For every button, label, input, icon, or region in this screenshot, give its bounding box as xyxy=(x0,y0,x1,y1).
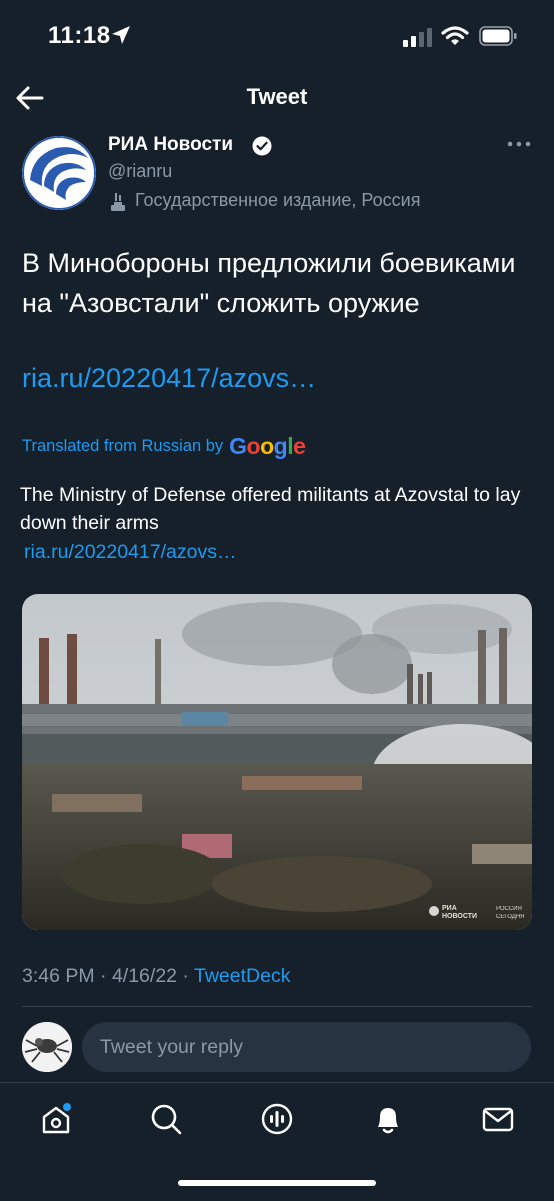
translation-link[interactable]: ria.ru/20220417/azovs… xyxy=(24,541,236,564)
tweet-text: В Минобороны предложили боевиками на "Аз… xyxy=(22,248,516,318)
author-handle[interactable]: @rianru xyxy=(108,161,172,182)
watermark-text-4: СЕГОДНЯ xyxy=(496,914,525,920)
watermark-text-3: РОССИЯ xyxy=(496,906,522,912)
location-arrow-icon xyxy=(112,26,130,44)
watermark-text-2: НОВОСТИ xyxy=(442,913,477,920)
author-avatar[interactable] xyxy=(22,136,96,210)
verified-badge-icon xyxy=(252,136,272,156)
state-media-label[interactable]: Государственное издание, Россия xyxy=(135,190,420,211)
state-media-icon xyxy=(111,193,125,211)
translation-text: The Ministry of Defense offered militant… xyxy=(20,484,521,534)
more-options-icon[interactable] xyxy=(506,138,532,150)
author-name[interactable]: РИА Новости xyxy=(108,134,233,156)
page-title: Tweet xyxy=(246,84,308,109)
spaces-icon[interactable] xyxy=(259,1101,295,1137)
watermark-text-1: РИА xyxy=(442,905,457,912)
notifications-icon[interactable] xyxy=(370,1101,406,1137)
ria-logo-icon xyxy=(22,136,96,210)
divider xyxy=(22,1006,532,1007)
reply-input[interactable] xyxy=(82,1022,531,1072)
tweet-link[interactable]: ria.ru/20220417/azovs… xyxy=(22,363,316,394)
messages-icon[interactable] xyxy=(480,1101,516,1137)
status-time: 11:18 xyxy=(48,22,111,49)
battery-icon xyxy=(479,26,517,46)
google-logo: Google xyxy=(229,433,306,459)
translated-from-label: Translated from Russian by xyxy=(22,437,224,455)
tweet-source-link[interactable]: TweetDeck xyxy=(194,965,290,987)
tweet-meta: 3:46 PM · 4/16/22 · TweetDeck xyxy=(22,965,290,988)
home-indicator xyxy=(178,1180,376,1186)
tweet-photo[interactable]: РИА НОВОСТИ РОССИЯ СЕГОДНЯ xyxy=(22,594,532,930)
home-icon[interactable] xyxy=(38,1101,74,1137)
tweet-timestamp: 3:46 PM · 4/16/22 · xyxy=(22,965,194,987)
cellular-signal-icon xyxy=(403,28,432,47)
user-avatar[interactable] xyxy=(22,1022,72,1072)
translated-by-google[interactable]: Translated from Russian by Google xyxy=(22,433,306,460)
wifi-icon xyxy=(441,26,469,45)
search-icon[interactable] xyxy=(148,1101,184,1137)
